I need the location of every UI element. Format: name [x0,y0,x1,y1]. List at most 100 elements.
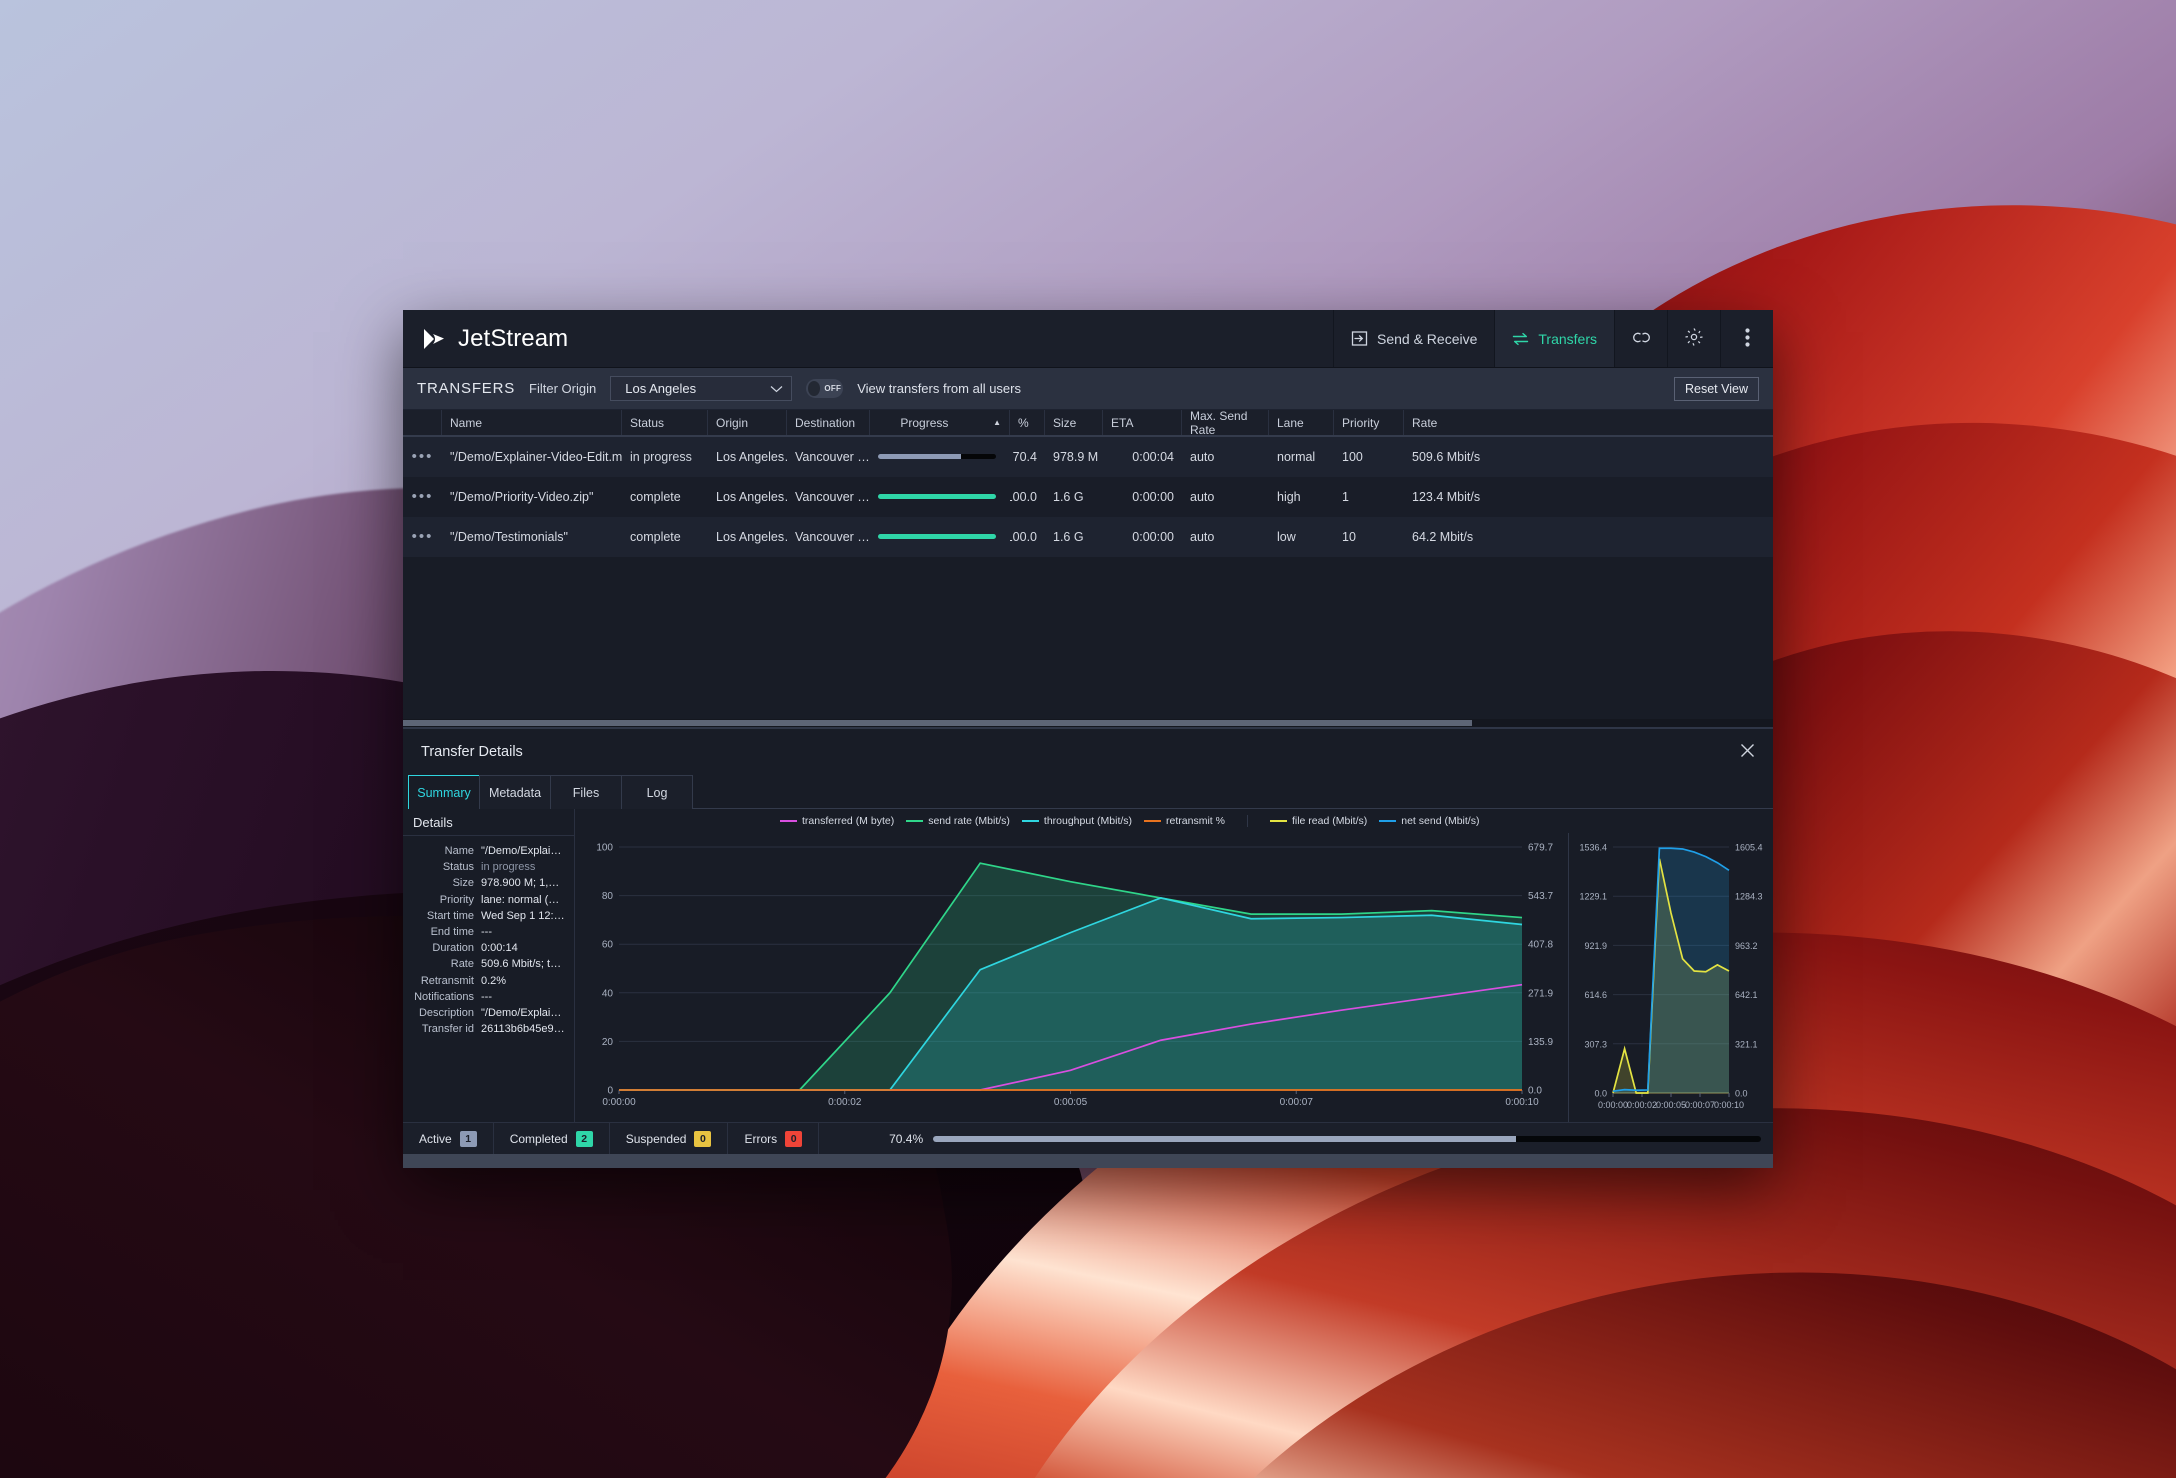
col-header-priority[interactable]: Priority [1334,410,1404,435]
svg-text:0:00:02: 0:00:02 [1627,1100,1657,1110]
details-field-value: 26113b6b45e9ce46200000… [481,1023,565,1036]
status-badge: 0 [694,1130,712,1147]
svg-text:80: 80 [602,891,614,902]
legend-swatch [1269,819,1287,823]
page-title: TRANSFERS [417,380,516,398]
cell-eta: 0:00:00 [1132,529,1174,544]
filter-origin-label: Filter Origin [529,381,597,397]
col-header-percent[interactable]: % [1010,410,1045,435]
legend-item[interactable]: file read (Mbit/s) [1269,815,1367,827]
status-counter[interactable]: Completed 2 [494,1123,610,1154]
details-field-value: in progress [481,861,536,874]
details-field-key: Start time [426,909,474,922]
svg-text:0:00:10: 0:00:10 [1714,1100,1744,1110]
transfer-details-tabs: Summary Metadata Files Log [403,775,1773,809]
kebab-menu-button[interactable] [1720,310,1773,368]
cell-percent: 100.0 [1010,529,1037,544]
cell-status: complete [630,529,681,544]
table-horizontal-scrollbar[interactable] [403,719,1773,727]
details-field-key: Status [442,861,474,874]
tab-log[interactable]: Log [621,775,693,809]
status-counter[interactable]: Errors 0 [728,1123,820,1154]
status-counter[interactable]: Suspended 0 [610,1123,729,1154]
table-row[interactable]: ••• "/Demo/Testimonials" complete Los Angel… [403,517,1773,557]
transfer-details-header: Transfer Details [403,729,1773,775]
cell-progress [870,494,1010,499]
nav-transfers[interactable]: Transfers [1494,310,1614,368]
svg-text:271.9: 271.9 [1528,988,1553,999]
all-users-toggle[interactable]: OFF [806,379,844,399]
transfer-details-title: Transfer Details [421,744,523,760]
legend-item[interactable]: transferred (M byte) [780,815,894,827]
progress-bar [878,494,996,499]
tab-files[interactable]: Files [550,775,622,809]
col-header-destination[interactable]: Destination [787,410,870,435]
gear-icon [1684,327,1704,350]
status-badge: 2 [575,1130,593,1147]
svg-text:1536.4: 1536.4 [1579,843,1607,853]
col-header-progress[interactable]: Progress ▲ [870,410,1010,435]
cell-eta: 0:00:00 [1132,489,1174,504]
scrollbar-thumb[interactable] [403,720,1472,726]
close-icon[interactable] [1740,743,1755,761]
cell-size: 978.9 M [1053,449,1099,464]
nav-send-receive[interactable]: Send & Receive [1332,310,1494,368]
cell-origin: Los Angeles… [716,529,787,544]
legend-item[interactable]: net send (Mbit/s) [1379,815,1479,827]
svg-text:0:00:02: 0:00:02 [828,1097,862,1108]
jetstream-logo-icon [421,326,447,352]
row-menu-button[interactable]: ••• [403,453,442,461]
tab-metadata[interactable]: Metadata [479,775,551,809]
cell-rate: 64.2 Mbit/s [1412,529,1474,544]
legend-item[interactable]: retransmit % [1144,815,1225,827]
svg-text:0:00:10: 0:00:10 [1505,1097,1539,1108]
svg-text:543.7: 543.7 [1528,891,1553,902]
col-header-lane[interactable]: Lane [1269,410,1334,435]
details-field-key: Transfer id [421,1023,474,1036]
progress-fill [878,494,996,499]
status-counter-label: Errors [744,1131,778,1146]
row-menu-button[interactable]: ••• [403,533,442,541]
legend-item[interactable]: send rate (Mbit/s) [906,815,1010,827]
overall-progress-bar [933,1135,1761,1142]
status-counter[interactable]: Active 1 [403,1123,494,1154]
table-empty-space [403,557,1773,719]
details-field-key: Notifications [414,990,474,1003]
tab-metadata-label: Metadata [488,785,542,800]
link-icon-button[interactable] [1614,310,1667,368]
svg-text:0:00:05: 0:00:05 [1054,1097,1088,1108]
filter-origin-value: Los Angeles [625,381,697,397]
svg-text:135.9: 135.9 [1528,1037,1553,1048]
table-row[interactable]: ••• "/Demo/Priority-Video.zip" complete Los… [403,477,1773,517]
details-field-value: lane: normal (0.25); priority:… [481,893,565,906]
gear-icon-button[interactable] [1667,310,1720,368]
cell-size: 1.6 G [1053,529,1084,544]
col-header-rate[interactable]: Rate [1404,410,1504,435]
details-section-title: Details [403,809,574,836]
desktop-background: JetStream Send & Receive Transfers TRANS… [0,0,2176,1478]
cell-max-send-rate: auto [1190,489,1215,504]
col-header-origin[interactable]: Origin [708,410,787,435]
svg-text:100: 100 [596,843,613,854]
cell-max-send-rate: auto [1190,529,1215,544]
details-field-row: Retransmit 0.2% [403,973,570,989]
filter-origin-select[interactable]: Los Angeles [610,376,793,402]
row-menu-button[interactable]: ••• [403,493,442,501]
legend-item[interactable]: throughput (Mbit/s) [1021,815,1132,827]
details-field-key: Duration [432,942,474,955]
cell-size: 1.6 G [1053,489,1084,504]
jetstream-app-window: JetStream Send & Receive Transfers TRANS… [403,310,1773,1168]
send-receive-icon [1351,330,1368,347]
tab-summary[interactable]: Summary [408,775,480,809]
col-header-name[interactable]: Name [442,410,622,435]
table-row[interactable]: ••• "/Demo/Explainer-Video-Edit.mp4" in pr… [403,437,1773,477]
col-header-max-send-rate[interactable]: Max. Send Rate [1182,409,1269,437]
legend-group-main: transferred (M byte) send rate (Mbit/s) th… [780,815,1225,827]
col-header-status[interactable]: Status [622,410,708,435]
svg-text:307.3: 307.3 [1584,1039,1607,1049]
col-header-size[interactable]: Size [1045,410,1103,435]
tab-summary-label: Summary [417,785,471,800]
reset-view-button[interactable]: Reset View [1674,376,1759,401]
col-header-eta[interactable]: ETA [1103,410,1182,435]
cell-priority: 10 [1342,529,1356,544]
